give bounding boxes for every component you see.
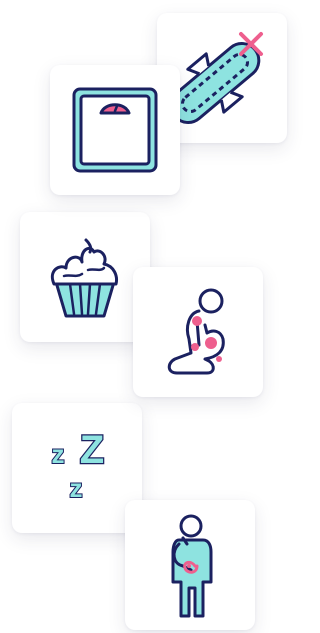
icon-collage: z Z z bbox=[0, 0, 290, 633]
sleep-z-small-left: z bbox=[52, 439, 65, 469]
card-sleep: z Z z bbox=[12, 403, 142, 533]
card-weight-scale bbox=[50, 65, 180, 195]
weight-scale-icon bbox=[72, 87, 158, 173]
sleep-zzz-icon: z Z z bbox=[51, 427, 106, 504]
card-joint-pain bbox=[133, 267, 263, 397]
sleep-z-big: Z bbox=[80, 428, 104, 472]
card-stomach-ache bbox=[125, 500, 255, 630]
cupcake-icon bbox=[51, 238, 118, 318]
sleep-z-small-bottom: z bbox=[70, 473, 83, 503]
card-cupcake bbox=[20, 212, 150, 342]
stomach-ache-icon bbox=[171, 514, 213, 618]
knee-joint-pain-icon bbox=[167, 288, 225, 375]
